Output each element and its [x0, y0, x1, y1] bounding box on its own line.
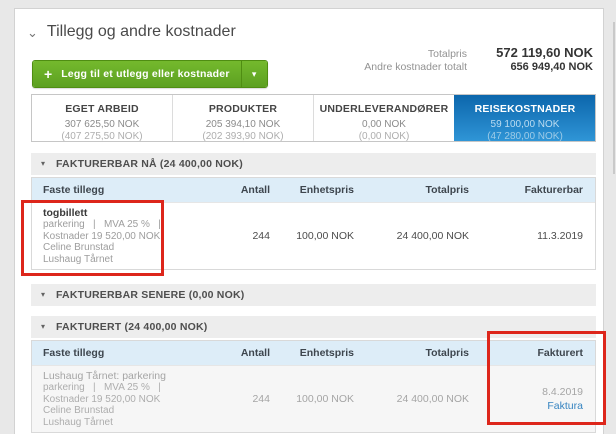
col-enhetspris: Enhetspris	[299, 347, 354, 359]
table-header-row: Faste tillegg Antall Enhetspris Totalpri…	[32, 178, 595, 202]
cost-description-cell: Lushaug Tårnet: parkering parkering | MV…	[32, 370, 208, 428]
add-expense-button[interactable]: + Legg til et utlegg eller kostnader ▾	[32, 60, 268, 88]
add-expense-button-label: Legg til et utlegg eller kostnader	[61, 68, 230, 80]
tab-eget-arbeid[interactable]: EGET ARBEID 307 625,50 NOK (407 275,50 N…	[32, 95, 172, 142]
section-title: FAKTURERBAR NÅ (24 400,00 NOK)	[56, 158, 243, 170]
cost-name: togbillett	[43, 207, 88, 219]
add-expense-dropdown-toggle[interactable]: ▾	[240, 61, 267, 87]
tab-amount: 205 394,10 NOK	[205, 119, 281, 130]
section-arrow-icon: ▾	[41, 322, 46, 331]
add-expense-button-main[interactable]: + Legg til et utlegg eller kostnader	[33, 61, 241, 87]
totalpris-cell: 24 400,00 NOK	[396, 393, 469, 405]
cost-meta: Kostnader 19 520,00 NOK	[43, 393, 161, 405]
tab-label: UNDERLEVERANDØRER	[319, 103, 449, 115]
total-price-value: 572 119,60 NOK	[496, 45, 593, 60]
cost-name: Lushaug Tårnet: parkering	[43, 370, 166, 382]
enhetspris-cell: 100,00 NOK	[296, 230, 354, 242]
fakturerbar-na-table: Faste tillegg Antall Enhetspris Totalpri…	[31, 177, 596, 270]
page-title: Tillegg og andre kostnader	[46, 23, 236, 40]
col-faste-tillegg: Faste tillegg	[43, 184, 105, 196]
tab-label: REISEKOSTNADER	[474, 103, 576, 115]
tab-reisekostnader[interactable]: REISEKOSTNADER 59 100,00 NOK (47 280,00 …	[454, 95, 595, 142]
col-fakturert: Fakturert	[537, 347, 583, 359]
totalpris-cell: 24 400,00 NOK	[396, 230, 469, 242]
col-antall: Antall	[240, 347, 270, 359]
faktura-link[interactable]: Faktura	[469, 400, 583, 412]
cost-description-cell: togbillett parkering | MVA 25 % | Kostna…	[32, 207, 208, 265]
fakturerbar-date-cell: 11.3.2019	[537, 230, 583, 242]
cost-meta: Celine Brunstad	[43, 405, 115, 416]
tab-amount: 307 625,50 NOK	[64, 119, 140, 130]
fakturert-table: Faste tillegg Antall Enhetspris Totalpri…	[31, 340, 596, 433]
col-totalpris: Totalpris	[425, 184, 469, 196]
cost-meta: Kostnader 19 520,00 NOK	[43, 230, 161, 242]
tab-secondary-amount: (47 280,00 NOK)	[487, 131, 563, 142]
cost-meta: parkering | MVA 25 % |	[43, 219, 161, 230]
tab-underleverandorer[interactable]: UNDERLEVERANDØRER 0,00 NOK (0,00 NOK)	[313, 95, 454, 142]
fakturert-date: 8.4.2019	[542, 386, 583, 398]
col-faste-tillegg: Faste tillegg	[43, 347, 105, 359]
app-screen: ⌄ Tillegg og andre kostnader + Legg til …	[0, 0, 616, 434]
cost-meta: Celine Brunstad	[43, 242, 115, 253]
antall-cell: 244	[252, 230, 270, 242]
col-totalpris: Totalpris	[425, 347, 469, 359]
antall-cell: 244	[252, 393, 270, 405]
tab-label: PRODUKTER	[208, 103, 278, 115]
cost-meta: parkering | MVA 25 % |	[43, 382, 161, 393]
totals-summary: Totalpris 572 119,60 NOK Andre kostnader…	[364, 45, 593, 74]
cost-category-tabs: EGET ARBEID 307 625,50 NOK (407 275,50 N…	[31, 94, 596, 142]
tab-secondary-amount: (407 275,50 NOK)	[61, 131, 143, 142]
costs-panel: ⌄ Tillegg og andre kostnader + Legg til …	[14, 8, 604, 434]
caret-down-icon: ▾	[251, 68, 257, 79]
other-costs-total-value: 656 949,40 NOK	[510, 61, 593, 73]
other-costs-total-label: Andre kostnader totalt	[364, 61, 467, 73]
col-fakturerbar: Fakturerbar	[524, 184, 583, 196]
total-price-row: Totalpris 572 119,60 NOK	[364, 45, 593, 60]
other-costs-total-row: Andre kostnader totalt 656 949,40 NOK	[364, 61, 593, 73]
enhetspris-cell: 100,00 NOK	[296, 393, 354, 405]
table-row: Lushaug Tårnet: parkering parkering | MV…	[32, 365, 595, 432]
section-fakturerbar-na[interactable]: ▾ FAKTURERBAR NÅ (24 400,00 NOK)	[31, 153, 596, 175]
col-antall: Antall	[240, 184, 270, 196]
scrollbar-thumb[interactable]	[613, 22, 615, 174]
total-price-label: Totalpris	[427, 48, 467, 60]
page-title-row: ⌄ Tillegg og andre kostnader	[27, 23, 236, 41]
col-enhetspris: Enhetspris	[299, 184, 354, 196]
fakturert-cell: 8.4.2019 Faktura	[469, 386, 583, 412]
section-fakturerbar-senere[interactable]: ▾ FAKTURERBAR SENERE (0,00 NOK)	[31, 284, 596, 306]
cost-meta: Lushaug Tårnet	[43, 253, 113, 265]
collapse-chevron-icon[interactable]: ⌄	[27, 26, 38, 39]
table-row: togbillett parkering | MVA 25 % | Kostna…	[32, 202, 595, 269]
tab-secondary-amount: (0,00 NOK)	[358, 131, 410, 142]
tab-produkter[interactable]: PRODUKTER 205 394,10 NOK (202 393,90 NOK…	[172, 95, 313, 142]
table-header-row: Faste tillegg Antall Enhetspris Totalpri…	[32, 341, 595, 365]
section-arrow-icon: ▾	[41, 159, 46, 168]
section-fakturert[interactable]: ▾ FAKTURERT (24 400,00 NOK)	[31, 316, 596, 338]
tab-amount: 0,00 NOK	[362, 119, 406, 130]
section-title: FAKTURERT (24 400,00 NOK)	[56, 321, 208, 333]
section-title: FAKTURERBAR SENERE (0,00 NOK)	[56, 289, 245, 301]
tab-amount: 59 100,00 NOK	[490, 119, 560, 130]
section-arrow-icon: ▾	[41, 290, 46, 299]
tab-label: EGET ARBEID	[65, 103, 139, 115]
plus-icon: +	[44, 66, 53, 82]
tab-secondary-amount: (202 393,90 NOK)	[202, 131, 284, 142]
cost-meta: Lushaug Tårnet	[43, 416, 113, 428]
